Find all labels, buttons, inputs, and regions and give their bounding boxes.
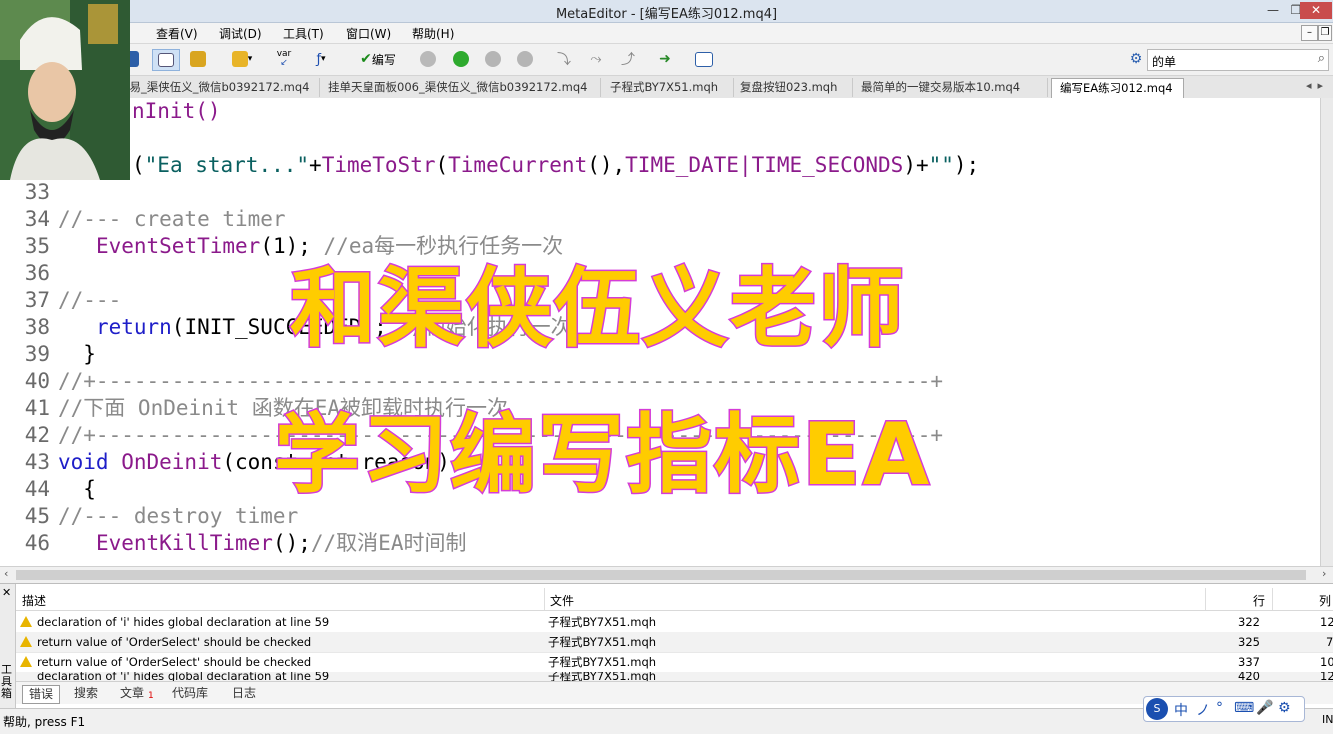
- overlay-title-line2: 学习编写指标EA: [272, 404, 932, 507]
- run-to-cursor-icon[interactable]: ➜: [655, 49, 675, 69]
- tab-file-active[interactable]: 编写EA练习012.mq4: [1051, 78, 1184, 98]
- tab-file[interactable]: 交易_渠侠伍义_微信b0392172.mq4: [110, 78, 320, 97]
- tab-file[interactable]: 子程式BY7X51.mqh: [602, 78, 734, 97]
- tab-scroll-arrows-icon[interactable]: ◂▸: [1306, 79, 1329, 92]
- table-row[interactable]: return value of 'OrderSelect' should be …: [16, 632, 1333, 653]
- code-line: nInit(): [132, 99, 221, 123]
- close-toolbox-icon[interactable]: ✕: [2, 586, 11, 599]
- overlay-title-line1: 和渠侠伍义老师: [289, 258, 906, 361]
- menu-view[interactable]: 查看(V): [156, 25, 198, 42]
- compile-label: 编写: [371, 52, 396, 67]
- toolbox-label: 工具箱: [1, 663, 12, 700]
- toolbox-side: ✕ 工具箱: [0, 584, 16, 708]
- menu-tools[interactable]: 工具(T): [283, 25, 324, 42]
- step-out-icon[interactable]: ⤴: [617, 49, 639, 69]
- code-line: 46 EventKillTimer();//取消EA时间制: [24, 531, 467, 555]
- terminal-icon[interactable]: [693, 49, 715, 69]
- table-row[interactable]: declaration of 'i' hides global declarat…: [16, 612, 1333, 633]
- status-insert-mode: IN: [1322, 713, 1333, 726]
- compile-button[interactable]: ✔ 编写: [350, 49, 406, 69]
- navigator-toggle-icon[interactable]: [152, 49, 180, 71]
- mdi-restore-icon[interactable]: ❐: [1318, 25, 1332, 41]
- warning-icon: [20, 636, 32, 647]
- toolbox-tabs: 错误 搜索 文章 1 代码库 日志: [16, 681, 1333, 704]
- warning-icon: [20, 616, 32, 627]
- file-tabs: 交易_渠侠伍义_微信b0392172.mq4 挂单天皇面板006_渠侠伍义_微信…: [0, 76, 1333, 99]
- search-text: 的单: [1152, 55, 1177, 69]
- minimize-button[interactable]: —: [1262, 2, 1284, 19]
- table-header: 描述 文件 行 列: [16, 588, 1333, 611]
- scrollbar-thumb[interactable]: [16, 570, 1306, 580]
- column-file[interactable]: 文件: [550, 592, 574, 609]
- scroll-left-icon[interactable]: ‹: [4, 567, 8, 580]
- tab-search[interactable]: 搜索: [68, 685, 104, 702]
- ime-mic-icon[interactable]: 🎤: [1256, 700, 1273, 716]
- step-over-icon[interactable]: ⤳: [585, 49, 607, 69]
- ime-toolbar[interactable]: S 中 ノ ° ⌨ 🎤 ⚙: [1143, 696, 1305, 722]
- mdi-minimize-icon[interactable]: –: [1301, 25, 1318, 41]
- var-icon[interactable]: var ↙: [272, 49, 296, 69]
- column-line[interactable]: 行: [1253, 592, 1265, 609]
- tab-file[interactable]: 挂单天皇面板006_渠侠伍义_微信b0392172.mq4: [320, 78, 601, 97]
- check-icon: ✔: [360, 51, 372, 67]
- title-bar: MetaEditor - [编写EA练习012.mq4] — ❐ ✕: [0, 0, 1333, 23]
- scroll-right-icon[interactable]: ›: [1322, 567, 1326, 580]
- start-debug-icon[interactable]: [418, 49, 438, 69]
- column-col[interactable]: 列: [1319, 592, 1331, 609]
- column-description[interactable]: 描述: [22, 592, 46, 609]
- ime-logo-icon: S: [1146, 698, 1168, 720]
- tab-file[interactable]: 最简单的一键交易版本10.mq4: [853, 78, 1048, 97]
- step-into-icon[interactable]: ⤵: [553, 49, 575, 69]
- menu-bar: ) 查看(V) 调试(D) 工具(T) 窗口(W) 帮助(H) – ❐: [0, 23, 1333, 44]
- ime-keyboard-icon[interactable]: ⌨: [1234, 700, 1254, 716]
- warning-icon: [20, 656, 32, 667]
- tab-errors[interactable]: 错误: [22, 685, 61, 704]
- status-bar: 帮助, press F1 IN: [0, 708, 1333, 734]
- vertical-scrollbar[interactable]: [1320, 98, 1333, 566]
- tab-codebase[interactable]: 代码库: [166, 685, 214, 702]
- code-line: 34//--- create timer: [24, 207, 286, 231]
- ime-moon-icon[interactable]: ノ: [1196, 700, 1210, 720]
- tab-articles[interactable]: 文章: [114, 685, 150, 702]
- status-help-text: 帮助, press F1: [3, 715, 86, 729]
- code-line: 33: [24, 180, 50, 204]
- function-dropdown-icon[interactable]: ƒ ▾: [303, 49, 339, 69]
- search-options-gear-icon[interactable]: ⚙: [1127, 49, 1145, 69]
- horizontal-scrollbar[interactable]: ‹ ›: [0, 566, 1333, 583]
- tab-journal[interactable]: 日志: [226, 685, 262, 702]
- ime-chinese-mode[interactable]: 中: [1174, 700, 1188, 720]
- close-button[interactable]: ✕: [1300, 2, 1332, 19]
- ime-punct-icon[interactable]: °: [1216, 700, 1223, 716]
- menu-window[interactable]: 窗口(W): [346, 25, 391, 42]
- pause-icon[interactable]: [483, 49, 503, 69]
- articles-badge: 1: [148, 691, 154, 701]
- objects-icon[interactable]: [188, 49, 208, 69]
- ime-settings-icon[interactable]: ⚙: [1278, 700, 1291, 716]
- play-icon[interactable]: [451, 49, 471, 69]
- new-file-dropdown-icon[interactable]: ▾: [224, 49, 260, 69]
- toolbar: ▾ var ↙ ƒ ▾ ✔ 编写 ⤵ ⤳ ⤴ ➜ ⚙ 的单 ⌕: [0, 44, 1333, 76]
- window-title: MetaEditor - [编写EA练习012.mq4]: [555, 7, 778, 22]
- tab-file[interactable]: 复盘按钮023.mqh: [732, 78, 853, 97]
- stop-icon[interactable]: [515, 49, 535, 69]
- search-input[interactable]: 的单 ⌕: [1147, 49, 1329, 71]
- menu-help[interactable]: 帮助(H): [412, 25, 454, 42]
- avatar: [0, 0, 130, 180]
- toolbox-panel: ✕ 工具箱 描述 文件 行 列 declaration of 'i' hides…: [0, 583, 1333, 708]
- menu-debug[interactable]: 调试(D): [219, 25, 262, 42]
- search-icon[interactable]: ⌕: [1318, 51, 1325, 66]
- code-line: ("Ea start..."+TimeToStr(TimeCurrent(),T…: [132, 153, 980, 177]
- code-editor[interactable]: nInit() ("Ea start..."+TimeToStr(TimeCur…: [0, 98, 1320, 566]
- table-row[interactable]: return value of 'OrderSelect' should be …: [16, 652, 1333, 673]
